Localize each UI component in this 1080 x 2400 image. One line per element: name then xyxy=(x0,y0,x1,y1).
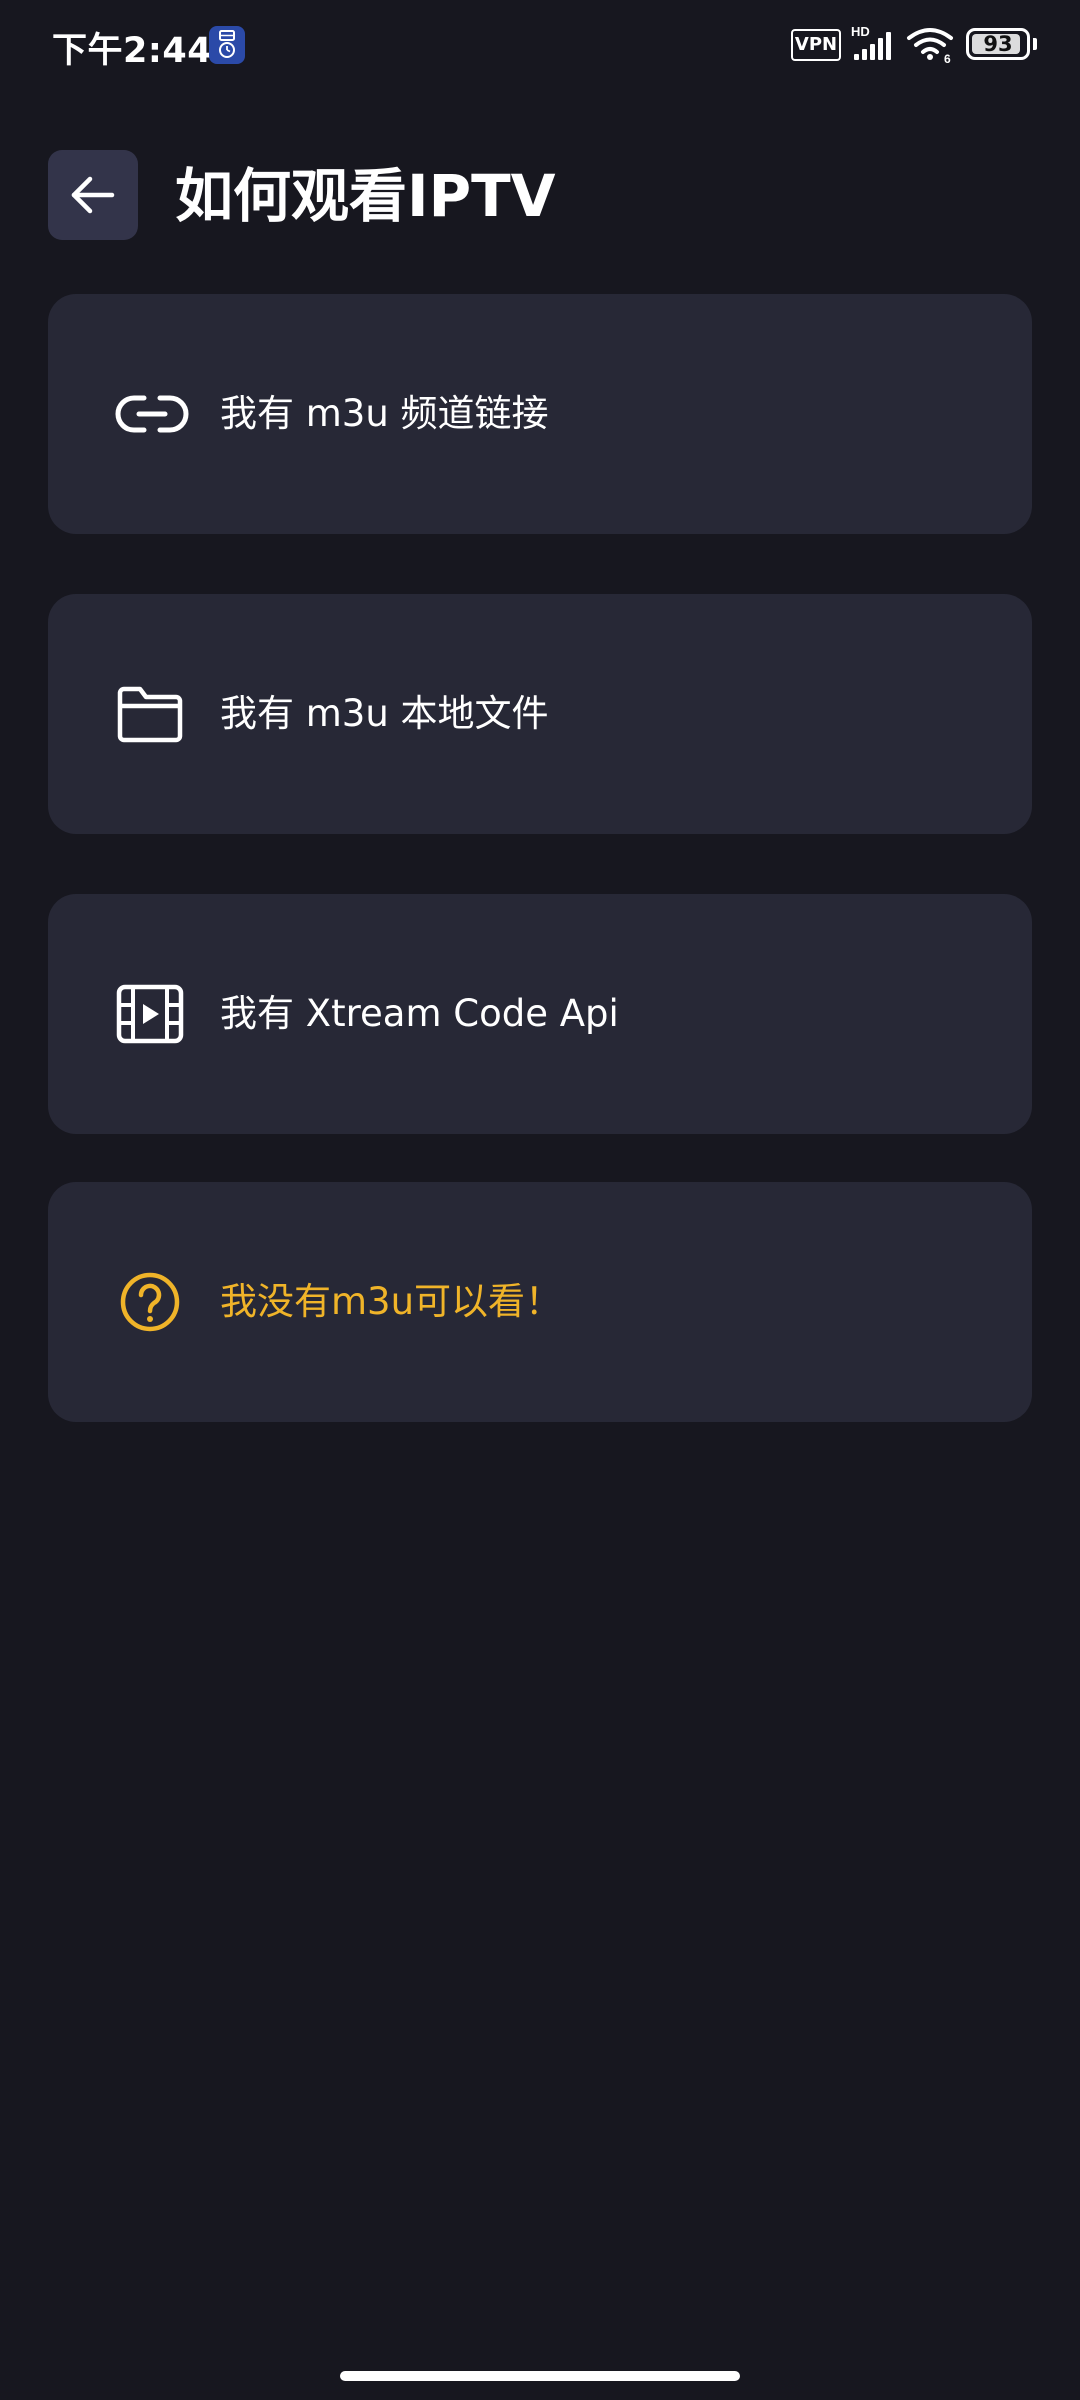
option-label: 我有 m3u 本地文件 xyxy=(220,692,549,735)
vpn-indicator: VPN xyxy=(791,29,841,61)
home-indicator[interactable] xyxy=(340,2371,740,2381)
status-bar: 下午2:44 VPN HD 6 93 xyxy=(0,0,1080,90)
film-icon xyxy=(114,984,190,1044)
arrow-left-icon xyxy=(71,176,115,214)
option-m3u-local-file[interactable]: 我有 m3u 本地文件 xyxy=(48,594,1032,834)
option-label: 我没有m3u可以看！ xyxy=(220,1280,563,1323)
network-type-label: HD xyxy=(851,24,870,39)
app-notification-icon xyxy=(209,26,245,64)
status-time: 下午2:44 xyxy=(52,31,213,71)
option-xtream-code-api[interactable]: 我有 Xtream Code Api xyxy=(48,894,1032,1134)
back-button[interactable] xyxy=(48,150,138,240)
option-label: 我有 Xtream Code Api xyxy=(220,992,619,1035)
battery-icon: 93 xyxy=(966,28,1030,60)
cellular-signal-icon: HD xyxy=(850,24,896,66)
battery-level: 93 xyxy=(983,32,1013,56)
battery-cap xyxy=(1033,38,1037,50)
question-circle-icon xyxy=(114,1272,190,1332)
option-label: 我有 m3u 频道链接 xyxy=(220,392,549,435)
folder-icon xyxy=(114,684,190,744)
wifi-icon: 6 xyxy=(906,26,956,68)
wifi-generation-label: 6 xyxy=(944,52,951,64)
option-no-m3u[interactable]: 我没有m3u可以看！ xyxy=(48,1182,1032,1422)
option-m3u-link[interactable]: 我有 m3u 频道链接 xyxy=(48,294,1032,534)
page-title: 如何观看IPTV xyxy=(175,162,556,230)
link-icon xyxy=(114,384,190,444)
